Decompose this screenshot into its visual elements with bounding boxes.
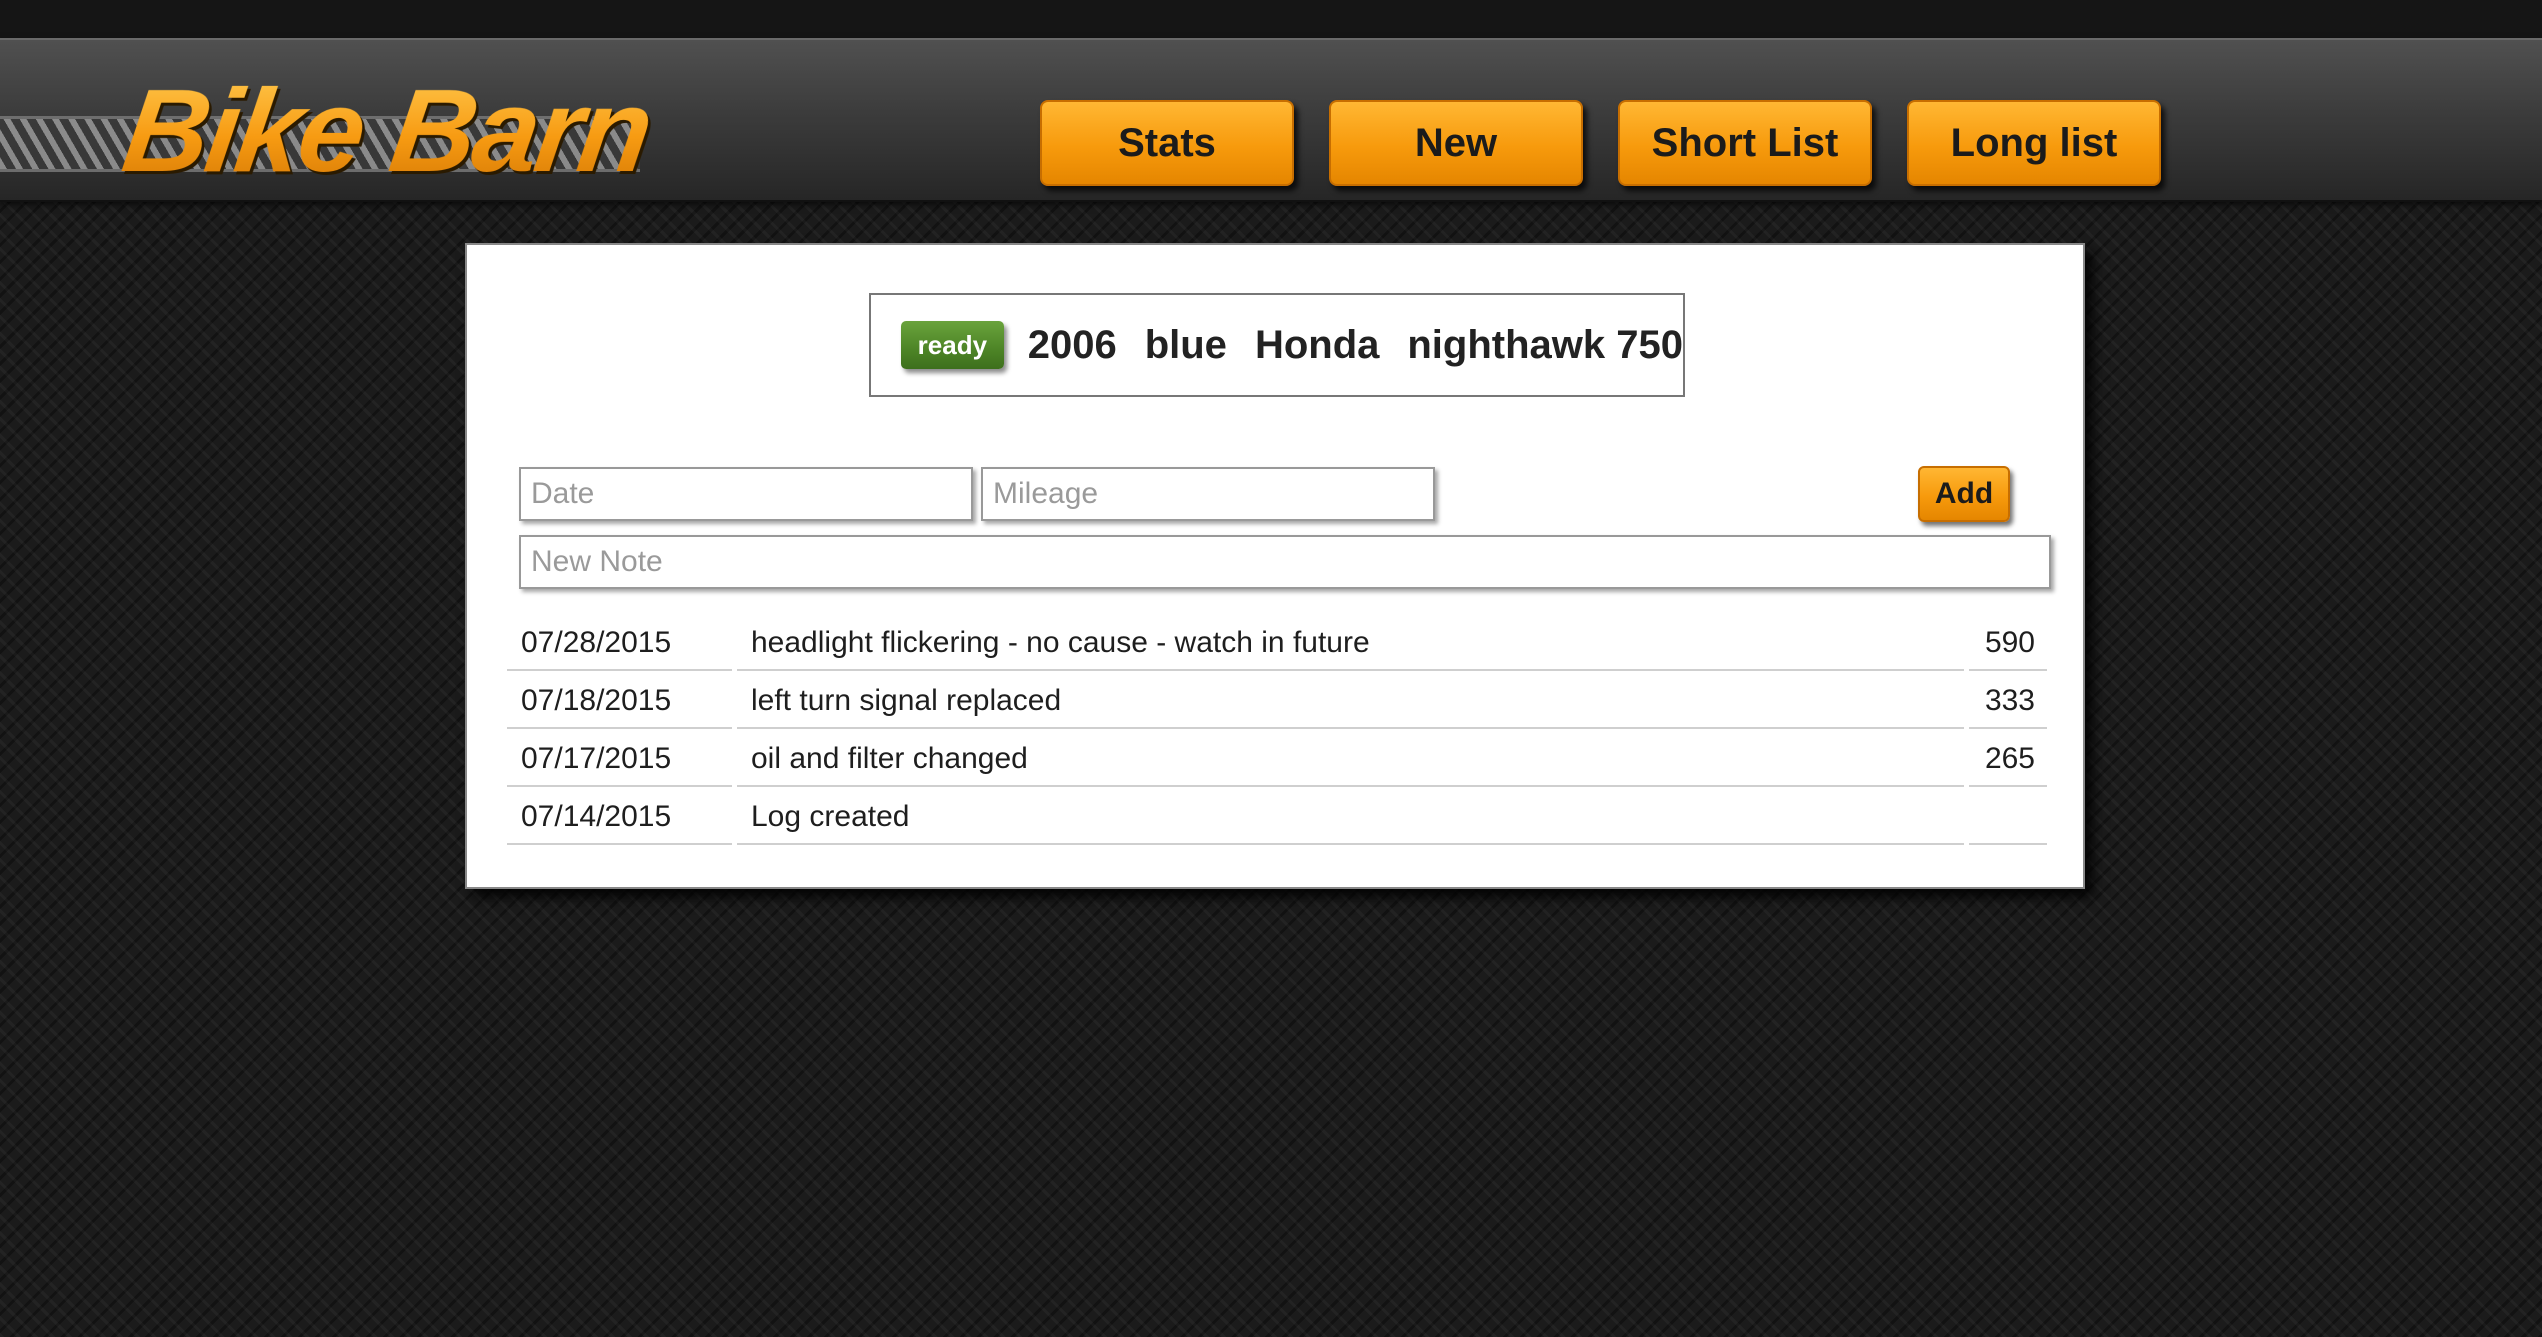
- bike-make: Honda: [1254, 322, 1380, 367]
- site-header: Bike Barn Stats New Short List Long list: [0, 38, 2542, 202]
- bike-barn-logo[interactable]: Bike Barn: [0, 65, 658, 197]
- log-date: 07/28/2015: [507, 615, 732, 671]
- log-date: 07/18/2015: [507, 673, 732, 729]
- log-date: 07/14/2015: [507, 789, 732, 845]
- log-miles: 590: [1969, 615, 2047, 671]
- bike-model: nighthawk 750: [1407, 322, 1683, 367]
- long-list-button[interactable]: Long list: [1907, 100, 2161, 186]
- bike-color: blue: [1144, 322, 1227, 367]
- bike-log-card: ready 2006 blue Honda nighthawk 750 Add …: [465, 243, 2085, 889]
- logo-text: Bike Barn: [115, 65, 659, 197]
- short-list-button[interactable]: Short List: [1618, 100, 1872, 186]
- status-badge: ready: [901, 321, 1004, 369]
- add-button[interactable]: Add: [1918, 466, 2010, 522]
- log-table: 07/28/2015 headlight flickering - no cau…: [507, 615, 2047, 847]
- table-row: 07/17/2015 oil and filter changed 265: [507, 731, 2047, 789]
- bike-summary: ready 2006 blue Honda nighthawk 750: [869, 293, 1685, 397]
- log-note: Log created: [737, 789, 1964, 845]
- log-miles: [1969, 789, 2047, 845]
- table-row: 07/28/2015 headlight flickering - no cau…: [507, 615, 2047, 673]
- log-note: headlight flickering - no cause - watch …: [737, 615, 1964, 671]
- log-note: left turn signal replaced: [737, 673, 1964, 729]
- mileage-input[interactable]: [981, 467, 1435, 521]
- new-button[interactable]: New: [1329, 100, 1583, 186]
- log-note: oil and filter changed: [737, 731, 1964, 787]
- table-row: 07/18/2015 left turn signal replaced 333: [507, 673, 2047, 731]
- log-miles: 265: [1969, 731, 2047, 787]
- top-strip: [0, 0, 2542, 38]
- log-date: 07/17/2015: [507, 731, 732, 787]
- bike-year: 2006: [1027, 322, 1117, 367]
- date-input[interactable]: [519, 467, 973, 521]
- log-miles: 333: [1969, 673, 2047, 729]
- table-row: 07/14/2015 Log created: [507, 789, 2047, 847]
- page: { "app": { "logo_text": "Bike Barn" }, "…: [0, 0, 2542, 1337]
- stats-button[interactable]: Stats: [1040, 100, 1294, 186]
- new-note-input[interactable]: [519, 535, 2051, 589]
